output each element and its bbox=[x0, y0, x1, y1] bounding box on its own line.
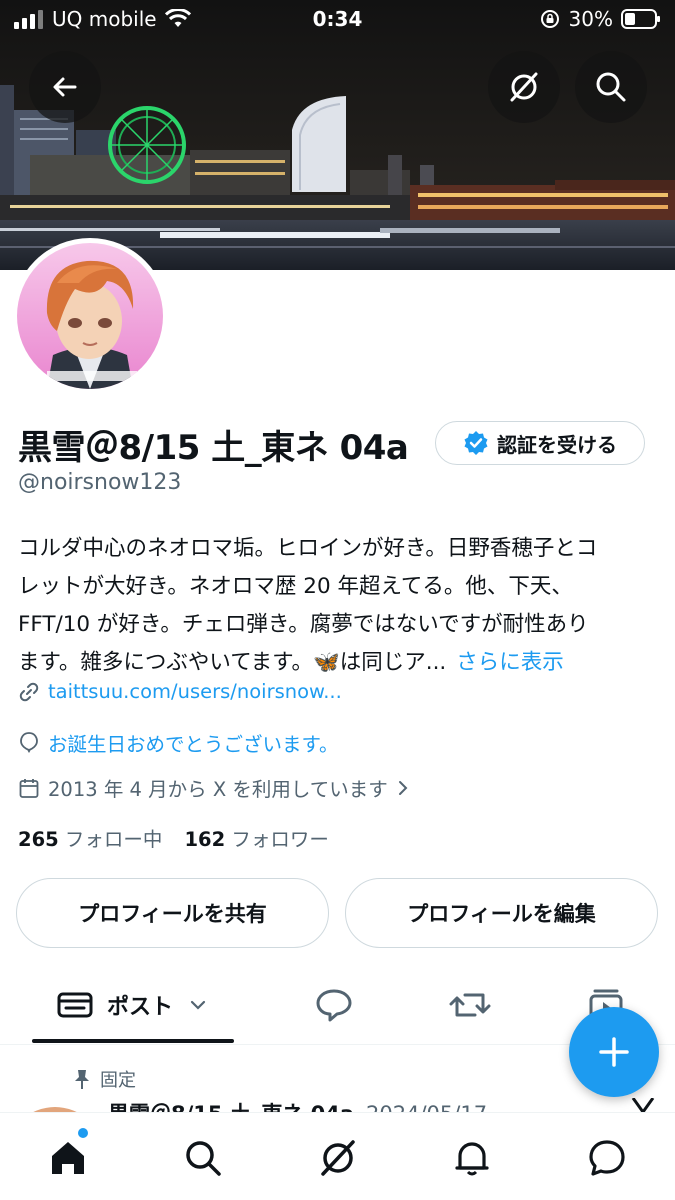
bio-line: ます。雑多につぶやいてます。🦋は同じア... bbox=[18, 650, 447, 675]
followers-count: 162 bbox=[184, 828, 226, 851]
nav-messages[interactable] bbox=[582, 1133, 632, 1183]
home-unread-dot bbox=[78, 1128, 88, 1138]
following-link[interactable]: 265 フォロー中 bbox=[18, 823, 162, 852]
message-bubble-icon bbox=[589, 1140, 625, 1176]
following-count: 265 bbox=[18, 828, 59, 851]
back-arrow-icon bbox=[53, 77, 77, 97]
pinned-label: 固定 bbox=[100, 1070, 136, 1091]
reply-bubble-icon bbox=[316, 989, 352, 1022]
compose-post-button[interactable] bbox=[569, 1007, 659, 1097]
followers-link[interactable]: 162 フォロワー bbox=[184, 823, 328, 852]
back-button[interactable] bbox=[29, 51, 101, 123]
share-profile-label: プロフィールを共有 bbox=[78, 902, 267, 926]
following-label: フォロー中 bbox=[64, 828, 163, 851]
plus-icon bbox=[599, 1037, 629, 1067]
battery-percent: 30% bbox=[568, 7, 613, 31]
joined-date: 2013 年 4 月から X を利用しています bbox=[48, 778, 388, 801]
joined-row[interactable]: 2013 年 4 月から X を利用しています bbox=[18, 773, 410, 802]
profile-banner[interactable] bbox=[0, 0, 675, 270]
posts-list-icon bbox=[57, 992, 93, 1018]
share-profile-button[interactable]: プロフィールを共有 bbox=[16, 878, 329, 948]
search-button[interactable] bbox=[575, 51, 647, 123]
tab-replies[interactable] bbox=[300, 965, 368, 1045]
show-more-link[interactable]: さらに表示 bbox=[456, 650, 564, 675]
rotation-lock-icon bbox=[540, 10, 559, 28]
battery-icon bbox=[621, 9, 660, 29]
search-icon bbox=[596, 72, 626, 102]
website-link[interactable]: taittsuu.com/users/noirsnow... bbox=[48, 680, 342, 703]
search-icon bbox=[186, 1141, 221, 1176]
avatar-anime-character-image bbox=[17, 243, 163, 389]
tab-reposts[interactable] bbox=[436, 965, 504, 1045]
chevron-right-icon bbox=[398, 780, 408, 795]
grok-icon bbox=[321, 1140, 355, 1176]
verified-badge-icon bbox=[464, 431, 488, 455]
bell-icon bbox=[455, 1142, 489, 1176]
profile-avatar[interactable] bbox=[12, 238, 168, 394]
pin-icon bbox=[75, 1070, 89, 1089]
get-verified-button[interactable]: 認証を受ける bbox=[435, 421, 645, 465]
home-icon bbox=[52, 1142, 84, 1174]
birthday-text: お誕生日おめでとうございます。 bbox=[48, 733, 339, 756]
bottom-navigation bbox=[0, 1112, 675, 1200]
repost-icon bbox=[449, 993, 491, 1017]
grok-button[interactable] bbox=[488, 51, 560, 123]
profile-bio: コルダ中心のネオロマ垢。ヒロインが好き。日野香穂子とコ レットが大好き。ネオロマ… bbox=[18, 530, 658, 682]
tab-posts[interactable]: ポスト bbox=[32, 965, 234, 1045]
get-verified-label: 認証を受ける bbox=[497, 432, 617, 457]
active-tab-indicator bbox=[32, 1039, 234, 1043]
grok-icon bbox=[510, 72, 538, 102]
nav-grok[interactable] bbox=[313, 1133, 363, 1183]
bio-line: レットが大好き。ネオロマ歴 20 年超えてる。他、下天、 bbox=[18, 574, 573, 599]
tab-posts-label: ポスト bbox=[106, 995, 173, 1020]
chevron-down-icon bbox=[190, 1000, 206, 1010]
user-handle: @noirsnow123 bbox=[18, 470, 182, 495]
nav-search[interactable] bbox=[178, 1133, 228, 1183]
bio-line: コルダ中心のネオロマ垢。ヒロインが好き。日野香穂子とコ bbox=[18, 536, 598, 561]
calendar-icon bbox=[19, 778, 39, 798]
followers-label: フォロワー bbox=[231, 828, 329, 851]
link-icon bbox=[19, 682, 39, 701]
status-bar: UQ mobile 0:34 30% bbox=[0, 0, 675, 38]
birthday-row: お誕生日おめでとうございます。 bbox=[18, 728, 339, 757]
bio-line: FFT/10 が好き。チェロ弾き。腐夢ではないですが耐性あり bbox=[18, 612, 589, 637]
pinned-indicator: 固定 bbox=[72, 1066, 136, 1092]
banner-night-cityscape bbox=[0, 0, 675, 270]
edit-profile-button[interactable]: プロフィールを編集 bbox=[345, 878, 658, 948]
balloon-icon bbox=[20, 731, 38, 753]
website-row: taittsuu.com/users/noirsnow... bbox=[18, 680, 342, 703]
nav-home[interactable] bbox=[43, 1133, 93, 1183]
follow-stats: 265 フォロー中 162 フォロワー bbox=[18, 823, 329, 852]
edit-profile-label: プロフィールを編集 bbox=[407, 902, 596, 926]
display-name: 黒雪＠8/15 土_東ネ 04a bbox=[18, 428, 409, 468]
nav-notifications[interactable] bbox=[447, 1133, 497, 1183]
